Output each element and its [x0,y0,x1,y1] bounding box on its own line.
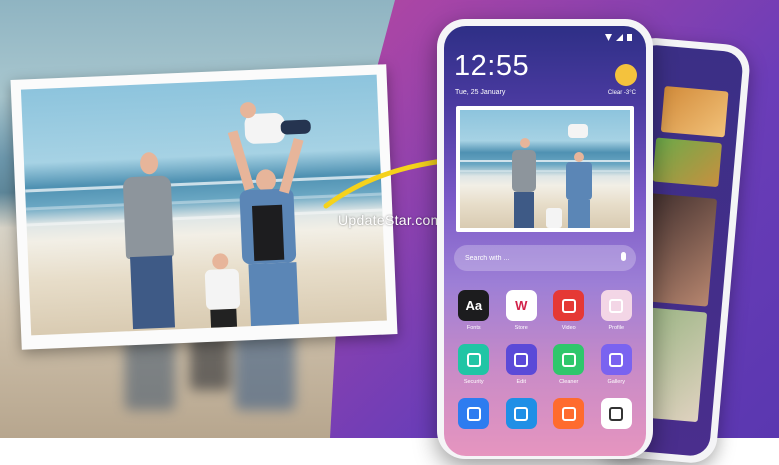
app-store[interactable]: W Store [498,290,546,333]
app-label: Store [514,325,528,331]
app-label: Fonts [466,325,481,331]
home-screen: 12:55 Tue, 25 January Clear -3°C Aa Fonts… [444,26,646,456]
app-label: Cleaner [559,379,579,385]
widget-family-photo [460,110,630,228]
mic-icon[interactable] [621,252,626,261]
gallery-icon [600,344,632,375]
app-label: Profile [608,325,625,331]
front-phone: 12:55 Tue, 25 January Clear -3°C Aa Fonts… [437,19,653,459]
fonts-icon-glyph: Aa [465,298,483,313]
sun-icon [615,64,637,86]
wifi-icon [605,34,612,41]
weather-text: Clear -3°C [607,90,636,96]
dog-grass-tile[interactable] [652,137,722,188]
search-bar[interactable] [454,245,636,271]
profile-icon [600,290,632,321]
app-gallery[interactable]: Gallery [593,344,641,387]
clock-time: 12:55 [454,50,530,82]
app-dock-11[interactable] [593,398,641,441]
clock-date: Tue, 25 January [455,89,506,96]
cast-icon [505,398,537,429]
camera-icon [553,398,585,429]
status-bar [605,34,632,41]
app-dock-8[interactable] [450,398,498,441]
video-icon [553,290,585,321]
app-profile[interactable]: Profile [593,290,641,333]
edit-icon [505,344,537,375]
dog-photo-tile[interactable] [660,86,729,138]
security-icon [458,344,490,375]
play-icon [458,398,490,429]
store-icon: W [505,290,537,321]
app-label: Video [561,325,576,331]
photo-widget[interactable] [456,106,634,232]
app-label: Edit [516,379,526,385]
battery-icon [627,34,632,41]
app-video[interactable]: Video [545,290,593,333]
store-icon-glyph: W [515,298,528,313]
signal-icon [616,34,623,41]
app-label: Security [463,379,484,385]
fonts-icon: Aa [458,290,490,321]
app-edit[interactable]: Edit [498,344,546,387]
app-security[interactable]: Security [450,344,498,387]
search-input[interactable] [463,253,607,263]
app-cleaner[interactable]: Cleaner [545,344,593,387]
filter-icon [600,398,632,429]
app-dock-10[interactable] [545,398,593,441]
app-label: Gallery [607,379,625,385]
watermark: UpdateStar.com [338,212,443,228]
app-dock-9[interactable] [498,398,546,441]
app-fonts[interactable]: Aa Fonts [450,290,498,333]
cleaner-icon [553,344,585,375]
app-grid: Aa Fonts W Store Video Profile Security Edit Cle… [450,290,640,441]
